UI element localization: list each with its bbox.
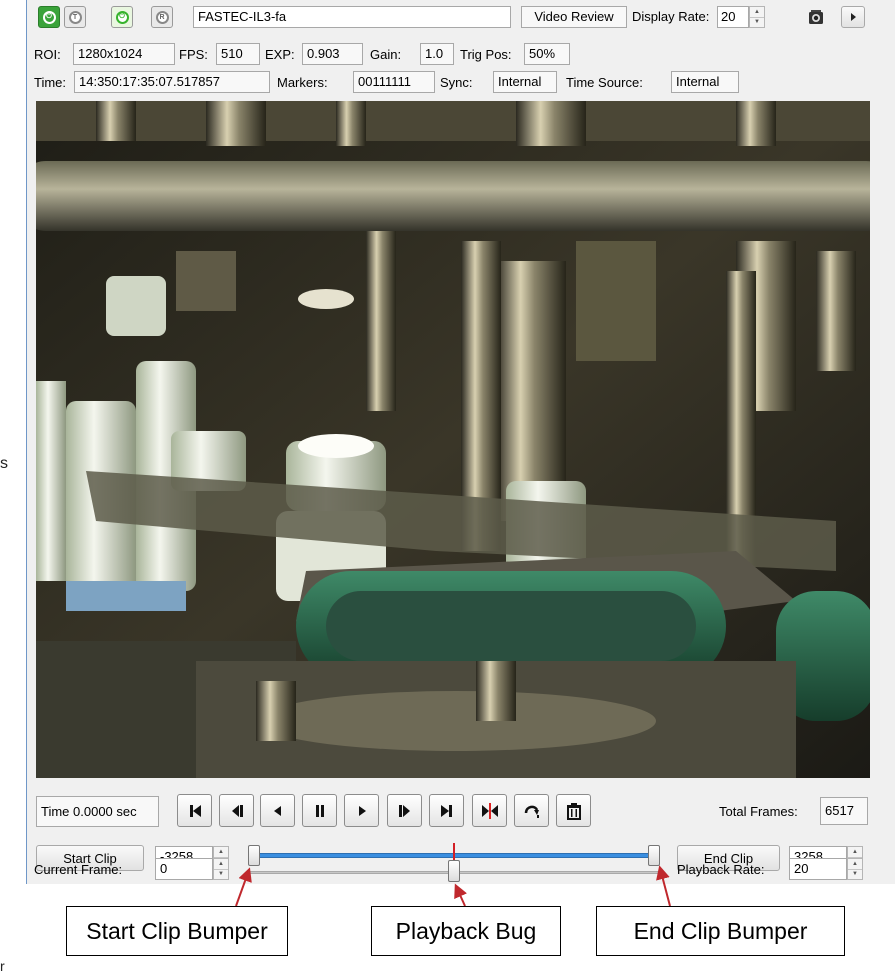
- review-button[interactable]: R: [151, 6, 173, 28]
- sync-value: Internal: [493, 71, 557, 93]
- fps-label: FPS:: [179, 47, 208, 62]
- mode-indicator: Video Review: [521, 6, 627, 28]
- record-on-icon: ⏻: [42, 10, 56, 24]
- roi-label: ROI:: [34, 47, 61, 62]
- markers-label: Markers:: [277, 75, 328, 90]
- time-value: 14:350:17:35:07.517857: [74, 71, 270, 93]
- display-rate-label: Display Rate:: [632, 9, 710, 24]
- go-to-end-icon: [440, 804, 452, 817]
- time-source-value: Internal: [671, 71, 739, 93]
- playback-slider[interactable]: [242, 860, 667, 884]
- record-on-button[interactable]: ⏻: [38, 6, 60, 28]
- playback-rate-input[interactable]: 20: [789, 858, 847, 880]
- start-bumper-callout: Start Clip Bumper: [66, 906, 288, 956]
- total-frames-value: 6517: [820, 797, 868, 825]
- delete-button[interactable]: [556, 794, 591, 827]
- playback-rate-stepper[interactable]: ▲ ▼: [847, 858, 863, 880]
- go-to-end-button[interactable]: [429, 794, 464, 827]
- step-forward-icon: [398, 804, 410, 817]
- trig-pos-label: Trig Pos:: [460, 47, 512, 62]
- playback-bug[interactable]: [448, 860, 460, 882]
- live-icon: ⏻: [115, 10, 129, 24]
- current-frame-label: Current Frame:: [34, 862, 123, 877]
- play-button[interactable]: [344, 794, 379, 827]
- time-source-label: Time Source:: [566, 75, 643, 90]
- go-to-trigger-button[interactable]: [472, 794, 507, 827]
- playback-bug-callout: Playback Bug: [371, 906, 561, 956]
- loop-icon: [524, 805, 539, 818]
- delete-icon: [566, 802, 581, 820]
- go-to-start-button[interactable]: [177, 794, 212, 827]
- review-icon: R: [155, 10, 169, 24]
- gain-value: 1.0: [420, 43, 454, 65]
- expand-panel-button[interactable]: [841, 6, 865, 28]
- total-frames-label: Total Frames:: [719, 804, 798, 819]
- edge-text-fragment: r: [0, 958, 5, 974]
- play-reverse-icon: [273, 805, 281, 816]
- pause-button[interactable]: [302, 794, 337, 827]
- time-display: Time 0.0000 sec: [36, 796, 159, 827]
- video-image: [36, 101, 870, 778]
- camera-name-field[interactable]: FASTEC-IL3-fa: [193, 6, 511, 28]
- roi-value: 1280x1024: [73, 43, 175, 65]
- markers-value: 00111111: [353, 71, 435, 93]
- step-back-icon: [231, 804, 243, 817]
- go-to-trigger-icon: [481, 802, 498, 819]
- play-reverse-button[interactable]: [260, 794, 295, 827]
- playback-bug-arrow: [454, 883, 467, 907]
- trigger-button[interactable]: T: [64, 6, 86, 28]
- current-frame-input[interactable]: 0: [155, 858, 213, 880]
- go-to-start-icon: [189, 804, 201, 817]
- play-icon: [358, 805, 366, 816]
- step-back-button[interactable]: [219, 794, 254, 827]
- pause-icon: [315, 804, 324, 817]
- camera-icon[interactable]: [807, 8, 825, 26]
- display-rate-input[interactable]: 20: [717, 6, 749, 28]
- exp-value: 0.903: [302, 43, 363, 65]
- live-button[interactable]: ⏻: [111, 6, 133, 28]
- video-frame[interactable]: [36, 101, 870, 778]
- sync-label: Sync:: [440, 75, 473, 90]
- end-bumper-callout: End Clip Bumper: [596, 906, 845, 956]
- arrow-right-icon: [851, 13, 856, 21]
- trig-pos-value: 50%: [524, 43, 570, 65]
- playback-rate-label: Playback Rate:: [677, 862, 765, 877]
- display-rate-stepper[interactable]: ▲ ▼: [749, 6, 765, 28]
- trigger-icon: T: [68, 10, 82, 24]
- exp-label: EXP:: [265, 47, 295, 62]
- loop-button[interactable]: [514, 794, 549, 827]
- gain-label: Gain:: [370, 47, 402, 62]
- fps-value: 510: [216, 43, 260, 65]
- current-frame-stepper[interactable]: ▲ ▼: [213, 858, 229, 880]
- video-review-panel: ⏻ T ⏻ R FASTEC-IL3-fa Video Review Displ…: [26, 0, 895, 884]
- time-label: Time:: [34, 75, 67, 90]
- edge-text-fragment: s: [0, 455, 8, 472]
- step-forward-button[interactable]: [387, 794, 422, 827]
